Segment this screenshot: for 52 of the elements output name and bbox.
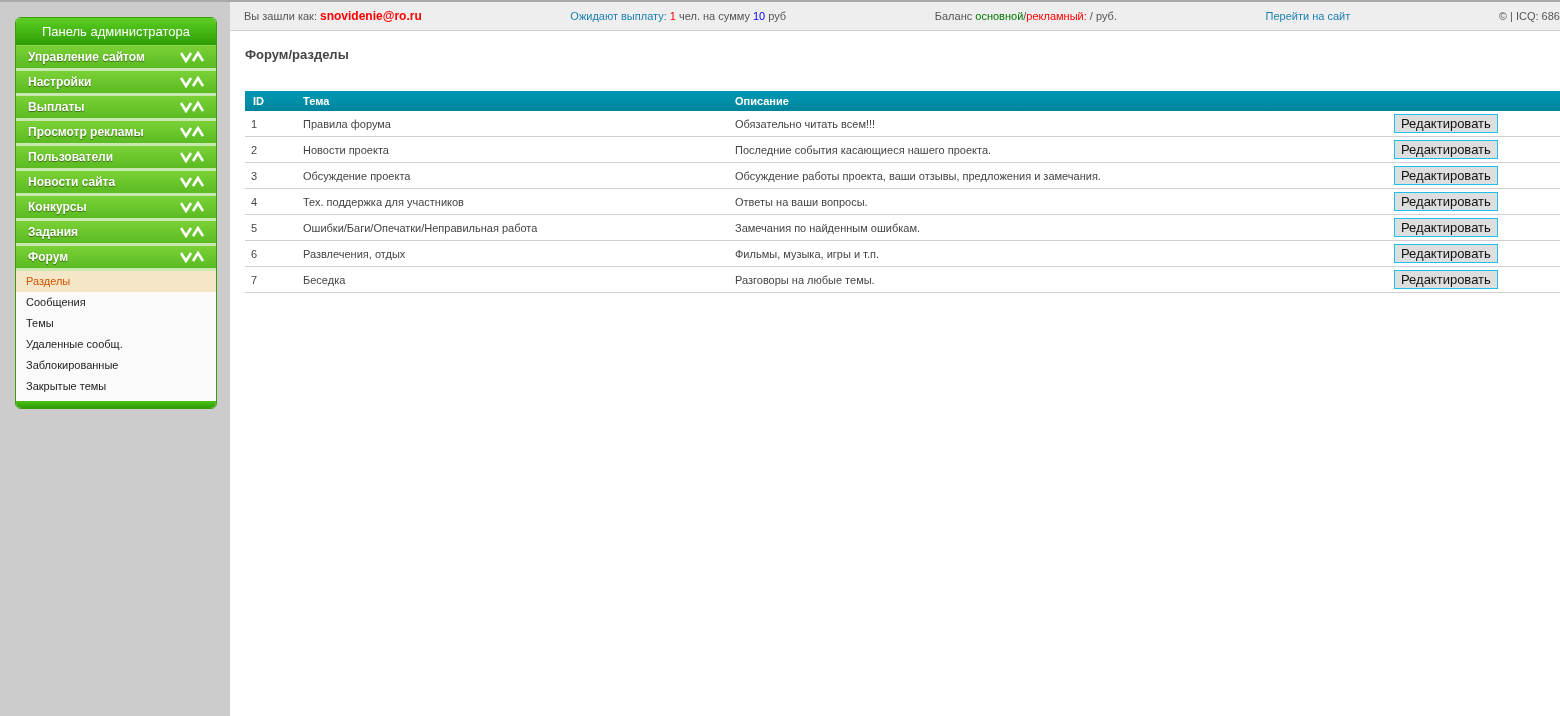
edit-button[interactable]: Редактировать: [1394, 244, 1498, 263]
edit-button[interactable]: Редактировать: [1394, 270, 1498, 289]
chevrons-icon: [180, 151, 204, 163]
table-cell: Беседка: [297, 266, 729, 293]
info-text: Вы зашли как: snovidenie@ro.ru: [244, 9, 422, 23]
table-cell: Замечания по найденным ошибкам.: [729, 214, 1388, 241]
column-header: Описание: [729, 91, 1388, 111]
table-cell: 4: [245, 188, 297, 215]
table-cell: Последние события касающиеся нашего проекта.: [729, 136, 1388, 163]
submenu-item[interactable]: Удаленные сообщ.: [16, 334, 216, 355]
table-cell: Новости проекта: [297, 136, 729, 163]
edit-button[interactable]: Редактировать: [1394, 218, 1498, 237]
column-header: Тема: [297, 91, 729, 111]
chevrons-icon: [180, 51, 204, 63]
table-cell: 3: [245, 162, 297, 189]
submenu-item[interactable]: Заблокированные: [16, 355, 216, 376]
edit-button[interactable]: Редактировать: [1394, 114, 1498, 133]
table-cell: 5: [245, 214, 297, 241]
table-cell: Ответы на ваши вопросы.: [729, 188, 1388, 215]
table-cell: Разговоры на любые темы.: [729, 266, 1388, 293]
copyright-text: © | ICQ: 686: [1498, 10, 1560, 22]
table-cell: Ошибки/Баги/Опечатки/Неправильная работа: [297, 214, 729, 241]
chevrons-icon: [180, 101, 204, 113]
edit-button[interactable]: Редактировать: [1394, 192, 1498, 211]
chevrons-icon: [180, 226, 204, 238]
chevrons-icon: [180, 76, 204, 88]
submenu-item[interactable]: Закрытые темы: [16, 376, 216, 397]
page-title: Форум/разделы: [245, 47, 350, 62]
table-cell: 1: [245, 111, 297, 137]
edit-button[interactable]: Редактировать: [1394, 166, 1498, 185]
table-cell: Обязательно читать всем!!!: [729, 111, 1388, 137]
table-cell: Фильмы, музыка, игры и т.п.: [729, 240, 1388, 267]
submenu-item[interactable]: Сообщения: [16, 292, 216, 313]
table-cell: Развлечения, отдых: [297, 240, 729, 267]
chevrons-icon: [180, 126, 204, 138]
table-cell: 7: [245, 266, 297, 293]
chevrons-icon: [180, 251, 204, 263]
edit-button[interactable]: Редактировать: [1394, 140, 1498, 159]
table-cell: 6: [245, 240, 297, 267]
info-text: Ожидают выплату: 1 чел. на сумму 10 руб: [570, 10, 787, 22]
table-cell: Обсуждение проекта: [297, 162, 729, 189]
column-header: ID: [245, 91, 297, 111]
site-link[interactable]: Перейти на сайт: [1265, 10, 1351, 22]
panel-title: Панель администратора: [16, 18, 216, 46]
submenu-item[interactable]: Темы: [16, 313, 216, 334]
table-cell: Тех. поддержка для участников: [297, 188, 729, 215]
chevrons-icon: [180, 201, 204, 213]
table-cell: Обсуждение работы проекта, ваши отзывы, предложения и замечания.: [729, 162, 1388, 189]
table-cell: Правила форума: [297, 111, 729, 137]
info-text: Баланс основной/рекламный: / руб.: [934, 10, 1117, 22]
table-cell: 2: [245, 136, 297, 163]
chevrons-icon: [180, 176, 204, 188]
